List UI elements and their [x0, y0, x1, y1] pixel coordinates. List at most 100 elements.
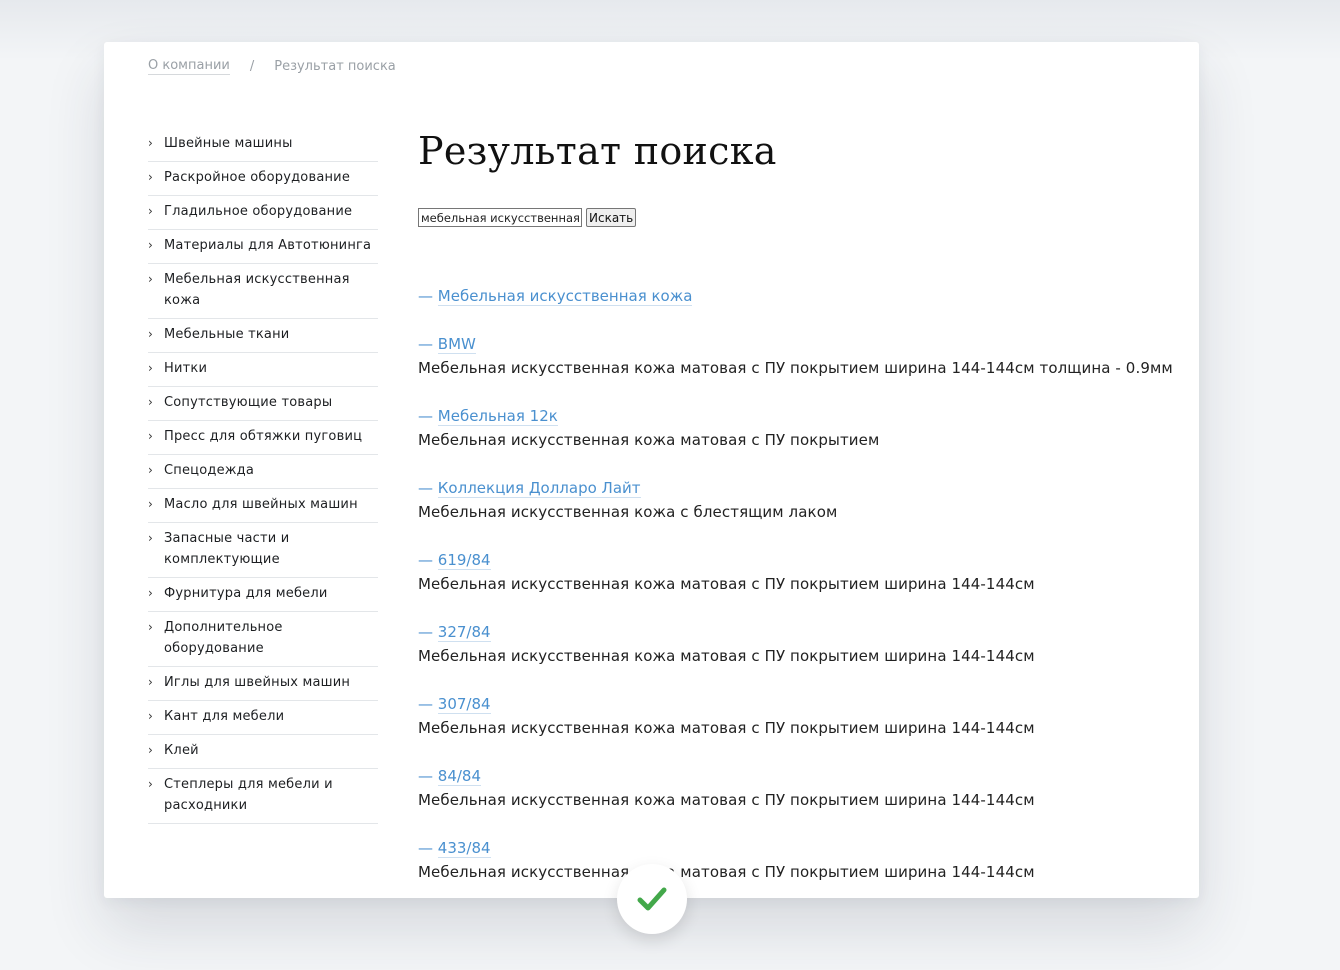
sidebar-item[interactable]: › Пресс для обтяжки пуговиц	[148, 421, 378, 455]
sidebar-item-label: Степлеры для мебели и расходники	[164, 777, 333, 813]
search-result-title-line: — 619/84	[418, 548, 1178, 572]
result-dash: —	[418, 623, 433, 641]
sidebar-item-label: Масло для швейных машин	[164, 497, 358, 512]
sidebar-item-label: Нитки	[164, 361, 208, 376]
search-results-list: — Мебельная искусственная кожа — BMW Мебел…	[418, 284, 1178, 884]
chevron-right-icon: ›	[148, 620, 153, 634]
main-content: Результат поиска Искать — Мебельная иску…	[418, 124, 1178, 898]
search-result-link[interactable]: 307/84	[437, 695, 491, 714]
search-result-link[interactable]: 327/84	[437, 623, 491, 642]
result-dash: —	[418, 479, 433, 497]
chevron-right-icon: ›	[148, 675, 153, 689]
result-dash: —	[418, 839, 433, 857]
result-dash: —	[418, 335, 433, 353]
page-title: Результат поиска	[418, 129, 777, 173]
search-button[interactable]: Искать	[586, 208, 637, 227]
search-results-modal: О компании / Результат поиска › Швейные м…	[104, 42, 1199, 898]
sidebar-item[interactable]: › Иглы для швейных машин	[148, 667, 378, 701]
page-background: О компании / Результат поиска › Швейные м…	[0, 0, 1340, 970]
sidebar-item[interactable]: › Материалы для Автотюнинга	[148, 230, 378, 264]
result-dash: —	[418, 407, 433, 425]
sidebar-item-label: Фурнитура для мебели	[164, 586, 328, 601]
search-result-title-line: — 327/84	[418, 620, 1178, 644]
sidebar-item-label: Сопутствующие товары	[164, 395, 333, 410]
search-result-link[interactable]: BMW	[437, 335, 476, 354]
search-result: — 84/84 Мебельная искусственная кожа мато…	[418, 764, 1178, 812]
search-result: — Мебельная искусственная кожа	[418, 284, 1178, 308]
chevron-right-icon: ›	[148, 204, 153, 218]
search-input[interactable]	[418, 208, 582, 227]
sidebar-item[interactable]: › Масло для швейных машин	[148, 489, 378, 523]
sidebar-item[interactable]: › Гладильное оборудование	[148, 196, 378, 230]
chevron-right-icon: ›	[148, 743, 153, 757]
sidebar-item-label: Раскройное оборудование	[164, 170, 351, 185]
search-form: Искать	[418, 208, 1178, 227]
search-result-title-line: — 84/84	[418, 764, 1178, 788]
search-result-description: Мебельная искусственная кожа матовая с П…	[418, 359, 1173, 377]
sidebar-item[interactable]: › Нитки	[148, 353, 378, 387]
chevron-right-icon: ›	[148, 238, 153, 252]
sidebar-item[interactable]: › Швейные машины	[148, 128, 378, 162]
result-dash: —	[418, 695, 433, 713]
sidebar-item-label: Дополнительное оборудование	[164, 620, 283, 656]
search-result: — Мебельная 12к Мебельная искусственная к…	[418, 404, 1178, 452]
sidebar-item-label: Швейные машины	[164, 136, 293, 151]
category-sidebar: › Швейные машины › Раскройное оборудование ›…	[148, 128, 378, 824]
sidebar-item-label: Спецодежда	[164, 463, 255, 478]
sidebar-item[interactable]: › Запасные части и комплектующие	[148, 523, 378, 578]
search-result-title-line: — 307/84	[418, 692, 1178, 716]
sidebar-item[interactable]: › Кант для мебели	[148, 701, 378, 735]
breadcrumb-home-link[interactable]: О компании	[148, 58, 230, 75]
search-result-link[interactable]: 619/84	[437, 551, 491, 570]
chevron-right-icon: ›	[148, 272, 153, 286]
sidebar-item-label: Гладильное оборудование	[164, 204, 353, 219]
sidebar-item[interactable]: › Спецодежда	[148, 455, 378, 489]
sidebar-item-label: Мебельные ткани	[164, 327, 290, 342]
chevron-right-icon: ›	[148, 136, 153, 150]
result-dash: —	[418, 767, 433, 785]
result-dash: —	[418, 287, 433, 305]
search-result-description: Мебельная искусственная кожа матовая с П…	[418, 575, 1035, 593]
chevron-right-icon: ›	[148, 463, 153, 477]
chevron-right-icon: ›	[148, 395, 153, 409]
search-result-link[interactable]: Мебельная искусственная кожа	[437, 287, 693, 306]
chevron-right-icon: ›	[148, 497, 153, 511]
sidebar-item[interactable]: › Клей	[148, 735, 378, 769]
sidebar-item-label: Пресс для обтяжки пуговиц	[164, 429, 363, 444]
sidebar-item[interactable]: › Степлеры для мебели и расходники	[148, 769, 378, 824]
chevron-right-icon: ›	[148, 586, 153, 600]
chevron-right-icon: ›	[148, 429, 153, 443]
search-result-link[interactable]: Коллекция Долларо Лайт	[437, 479, 641, 498]
checkmark-icon	[637, 887, 667, 911]
sidebar-item[interactable]: › Дополнительное оборудование	[148, 612, 378, 667]
sidebar-item[interactable]: › Фурнитура для мебели	[148, 578, 378, 612]
sidebar-item-label: Иглы для швейных машин	[164, 675, 351, 690]
search-result-description: Мебельная искусственная кожа матовая с П…	[418, 863, 1035, 881]
sidebar-item[interactable]: › Раскройное оборудование	[148, 162, 378, 196]
sidebar-item[interactable]: › Мебельная искусственная кожа	[148, 264, 378, 319]
search-result: — BMW Мебельная искусственная кожа матова…	[418, 332, 1178, 380]
search-result-title-line: — Мебельная искусственная кожа	[418, 284, 1178, 308]
search-result: — 327/84 Мебельная искусственная кожа мат…	[418, 620, 1178, 668]
chevron-right-icon: ›	[148, 361, 153, 375]
sidebar-item[interactable]: › Мебельные ткани	[148, 319, 378, 353]
search-result: — 619/84 Мебельная искусственная кожа мат…	[418, 548, 1178, 596]
success-badge	[617, 864, 687, 934]
search-result: — 433/84 Мебельная искусственная кожа мат…	[418, 836, 1178, 884]
chevron-right-icon: ›	[148, 709, 153, 723]
breadcrumb: О компании / Результат поиска	[148, 58, 396, 75]
search-result-title-line: — 433/84	[418, 836, 1178, 860]
chevron-right-icon: ›	[148, 327, 153, 341]
search-result-link[interactable]: 433/84	[437, 839, 491, 858]
breadcrumb-separator: /	[249, 59, 255, 74]
search-result-title-line: — Мебельная 12к	[418, 404, 1178, 428]
search-result-description: Мебельная искусственная кожа матовая с П…	[418, 647, 1035, 665]
search-result-link[interactable]: Мебельная 12к	[437, 407, 558, 426]
sidebar-item-label: Мебельная искусственная кожа	[164, 272, 350, 308]
chevron-right-icon: ›	[148, 777, 153, 791]
sidebar-item[interactable]: › Сопутствующие товары	[148, 387, 378, 421]
search-result-title-line: — Коллекция Долларо Лайт	[418, 476, 1178, 500]
search-result-title-line: — BMW	[418, 332, 1178, 356]
sidebar-item-label: Материалы для Автотюнинга	[164, 238, 372, 253]
search-result-link[interactable]: 84/84	[437, 767, 482, 786]
